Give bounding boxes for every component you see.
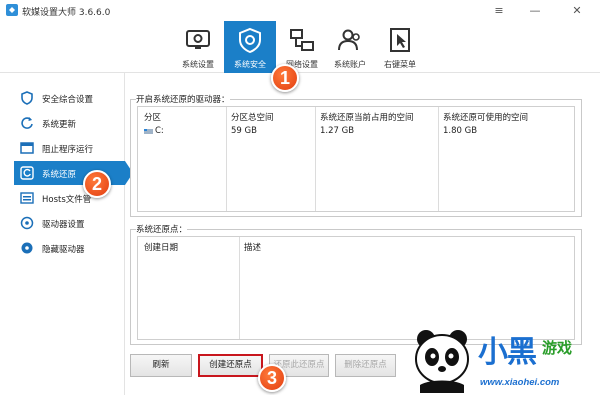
drives-group-title: 开启系统还原的驱动器： [136, 93, 230, 105]
sidebar: 安全综合设置 系统更新 阻止程序运行 系统还原 Hosts文件管 驱动器设置 隐… [0, 73, 133, 395]
total-space-cell: 59 GB [231, 126, 257, 136]
drives-table: 分区 分区总空间 系统还原当前占用的空间 系统还原可使用的空间 C: 59 GB… [137, 106, 575, 212]
window-block-icon [20, 142, 34, 154]
drive-icon [144, 129, 153, 134]
tab-system-security[interactable]: 系统安全 [224, 21, 276, 73]
sidebar-item-security-overview[interactable]: 安全综合设置 [14, 86, 125, 110]
tab-system-settings[interactable]: 系统设置 [172, 21, 224, 73]
column-header[interactable]: 描述 [244, 241, 261, 253]
title-bar: 软媒设置大师 3.6.6.0 ≡ — ✕ [0, 0, 600, 21]
watermark-brand-games: 游戏 [542, 340, 573, 357]
step-marker-1: 1 [271, 64, 299, 92]
tab-label: 右键菜单 [384, 60, 416, 69]
sidebar-item-drive-settings[interactable]: 驱动器设置 [14, 211, 125, 235]
restore-icon [20, 166, 34, 180]
column-header[interactable]: 分区总空间 [231, 111, 274, 123]
window-title: 软媒设置大师 3.6.6.0 [22, 8, 111, 18]
tab-system-accounts[interactable]: 系统账户 [324, 21, 376, 73]
column-header[interactable]: 创建日期 [144, 241, 178, 253]
monitor-gear-icon [186, 30, 210, 49]
column-header[interactable]: 分区 [144, 111, 161, 123]
restore-points-group-title: 系统还原点： [136, 223, 188, 235]
tab-label: 系统账户 [334, 60, 366, 69]
tab-context-menu[interactable]: 右键菜单 [374, 21, 426, 73]
users-icon [338, 29, 360, 51]
close-button[interactable]: ✕ [566, 2, 588, 19]
hidden-drive-icon [21, 242, 33, 254]
table-row[interactable]: C: 59 GB 1.27 GB 1.80 GB [138, 124, 574, 138]
drive-icon [20, 216, 34, 230]
watermark-url: www.xiaohei.com [480, 377, 560, 388]
network-icon [290, 29, 314, 51]
refresh-icon [21, 117, 33, 129]
step-marker-2: 2 [83, 170, 111, 198]
used-space-cell: 1.27 GB [320, 126, 355, 136]
watermark-brand: 小黑 [478, 336, 537, 369]
hosts-icon [20, 192, 34, 204]
panda-mascot-icon [415, 330, 469, 393]
sidebar-item-hide-drives[interactable]: 隐藏驱动器 [14, 236, 125, 260]
refresh-button[interactable]: 刷新 [130, 354, 192, 377]
available-space-cell: 1.80 GB [443, 126, 478, 136]
menu-button[interactable]: ≡ [488, 2, 510, 19]
watermark: 小黑 游戏 www.xiaohei.com [408, 325, 600, 395]
create-restore-point-button[interactable]: 创建还原点 [198, 354, 263, 377]
minimize-button[interactable]: — [524, 2, 546, 19]
step-marker-3: 3 [258, 364, 286, 392]
partition-cell: C: [155, 126, 164, 136]
shield-icon [21, 91, 33, 105]
sidebar-item-block-programs[interactable]: 阻止程序运行 [14, 136, 125, 160]
app-logo-icon [6, 4, 18, 16]
column-header[interactable]: 系统还原当前占用的空间 [320, 111, 414, 123]
tab-label: 系统设置 [182, 60, 214, 69]
cursor-icon [390, 28, 410, 52]
main-toolbar: 系统设置 系统安全 网络设置 系统账户 右键菜单 [0, 21, 600, 73]
sidebar-item-system-update[interactable]: 系统更新 [14, 111, 125, 135]
column-header[interactable]: 系统还原可使用的空间 [443, 111, 528, 123]
tab-label: 系统安全 [234, 60, 266, 69]
shield-gear-icon [239, 27, 261, 53]
delete-restore-point-button[interactable]: 删除还原点 [335, 354, 396, 377]
